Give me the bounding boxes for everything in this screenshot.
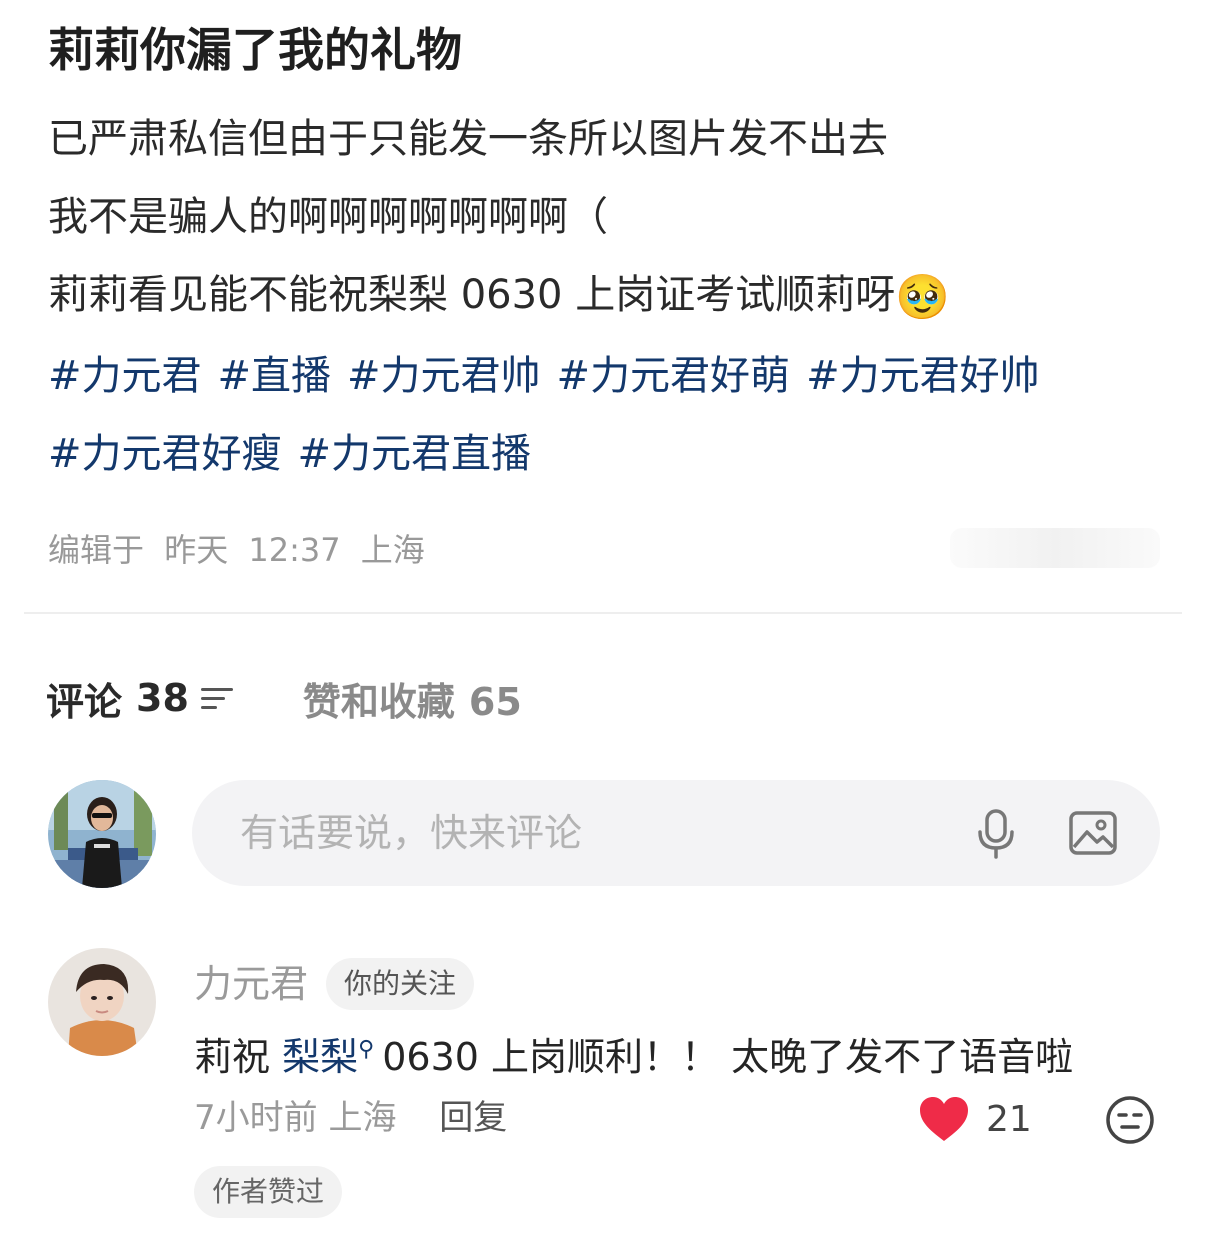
sort-icon[interactable] [200,684,237,712]
edited-location: 上海 [360,531,425,569]
blurred-watermark [950,528,1160,568]
tab-likes-count: 65 [468,679,522,724]
dislike-face-icon[interactable] [1104,1094,1156,1146]
comment-author[interactable]: 力元君 [194,959,308,1009]
edited-day: 昨天 [164,531,229,569]
hashtag-list: #力元君 #直播 #力元君帅 #力元君好萌 #力元君好帅 #力元君好瘦 #力元君直播 [48,337,1168,493]
current-user-avatar[interactable] [48,780,156,888]
hashtag[interactable]: #力元君 [48,353,202,399]
post-line: 已严肃私信但由于只能发一条所以图片发不出去 [48,116,888,162]
post-line: 莉莉看见能不能祝梨梨 0630 上岗证考试顺莉呀 [48,272,896,318]
post-title: 莉莉你漏了我的礼物 [48,23,462,77]
microphone-icon[interactable] [972,808,1020,860]
hashtag[interactable]: #直播 [218,353,332,399]
hashtag[interactable]: #力元君好萌 [557,353,791,399]
post-meta: 编辑于 昨天 12:37 上海 [48,526,435,574]
comment-item: 力元君 你的关注 莉祝 梨梨⚲ 0630 上岗顺利！！ 太晚了发不了语音啦 7小时… [48,948,1162,1218]
comment-location: 上海 [328,1098,397,1138]
tab-likes-collects[interactable]: 赞和收藏 65 [303,671,522,726]
tab-likes-label: 赞和收藏 [302,679,455,724]
comment-tabs: 评论 38 赞和收藏 65 [46,668,522,728]
heart-icon [920,1097,968,1141]
hashtag[interactable]: #力元君好瘦 [48,431,282,477]
hashtag[interactable]: #力元君帅 [347,353,541,399]
following-badge: 你的关注 [326,958,475,1010]
mention-link[interactable]: 梨梨 [282,1035,358,1079]
reply-button[interactable]: 回复 [439,1098,507,1138]
post-line-with-emoji: 莉莉看见能不能祝梨梨 0630 上岗证考试顺莉呀🥹 [48,256,1168,337]
image-icon[interactable] [1068,810,1118,856]
comment-time: 7小时前 [194,1098,318,1138]
comment-input[interactable]: 有话要说，快来评论 [192,780,1160,886]
comment-composer: 有话要说，快来评论 [48,780,1162,888]
pleading-face-emoji: 🥹 [895,272,951,323]
tab-comments-count: 38 [136,676,189,720]
search-icon: ⚲ [358,1037,375,1062]
hashtag[interactable]: #力元君好帅 [806,353,1040,399]
post-line: 我不是骗人的啊啊啊啊啊啊啊（ [48,194,608,240]
comment-like-button[interactable]: 21 [918,1094,1032,1144]
post-body: 已严肃私信但由于只能发一条所以图片发不出去 我不是骗人的啊啊啊啊啊啊啊（ 莉莉看… [48,100,1168,337]
comment-text-start: 莉祝 [194,1035,271,1079]
tab-comments[interactable]: 评论 38 [46,671,237,726]
comment-text: 莉祝 梨梨⚲ 0630 上岗顺利！！ 太晚了发不了语音啦 [194,1024,1073,1083]
like-count: 21 [986,1098,1032,1140]
commenter-avatar[interactable] [48,948,156,1056]
comment-text-end: 0630 上岗顺利！！ 太晚了发不了语音啦 [382,1035,1074,1079]
edited-time: 12:37 [248,531,341,569]
comment-header: 力元君 你的关注 [194,958,475,1010]
tab-comments-label: 评论 [46,679,123,724]
comment-footer: 7小时前 上海 回复 [194,1094,507,1142]
divider [24,612,1182,614]
hashtag[interactable]: #力元君直播 [298,431,532,477]
edited-label: 编辑于 [48,531,145,569]
post-content: 莉莉你漏了我的礼物 已严肃私信但由于只能发一条所以图片发不出去 我不是骗人的啊啊… [48,18,1168,493]
author-liked-badge: 作者赞过 [194,1166,343,1218]
comment-input-placeholder: 有话要说，快来评论 [240,811,583,855]
